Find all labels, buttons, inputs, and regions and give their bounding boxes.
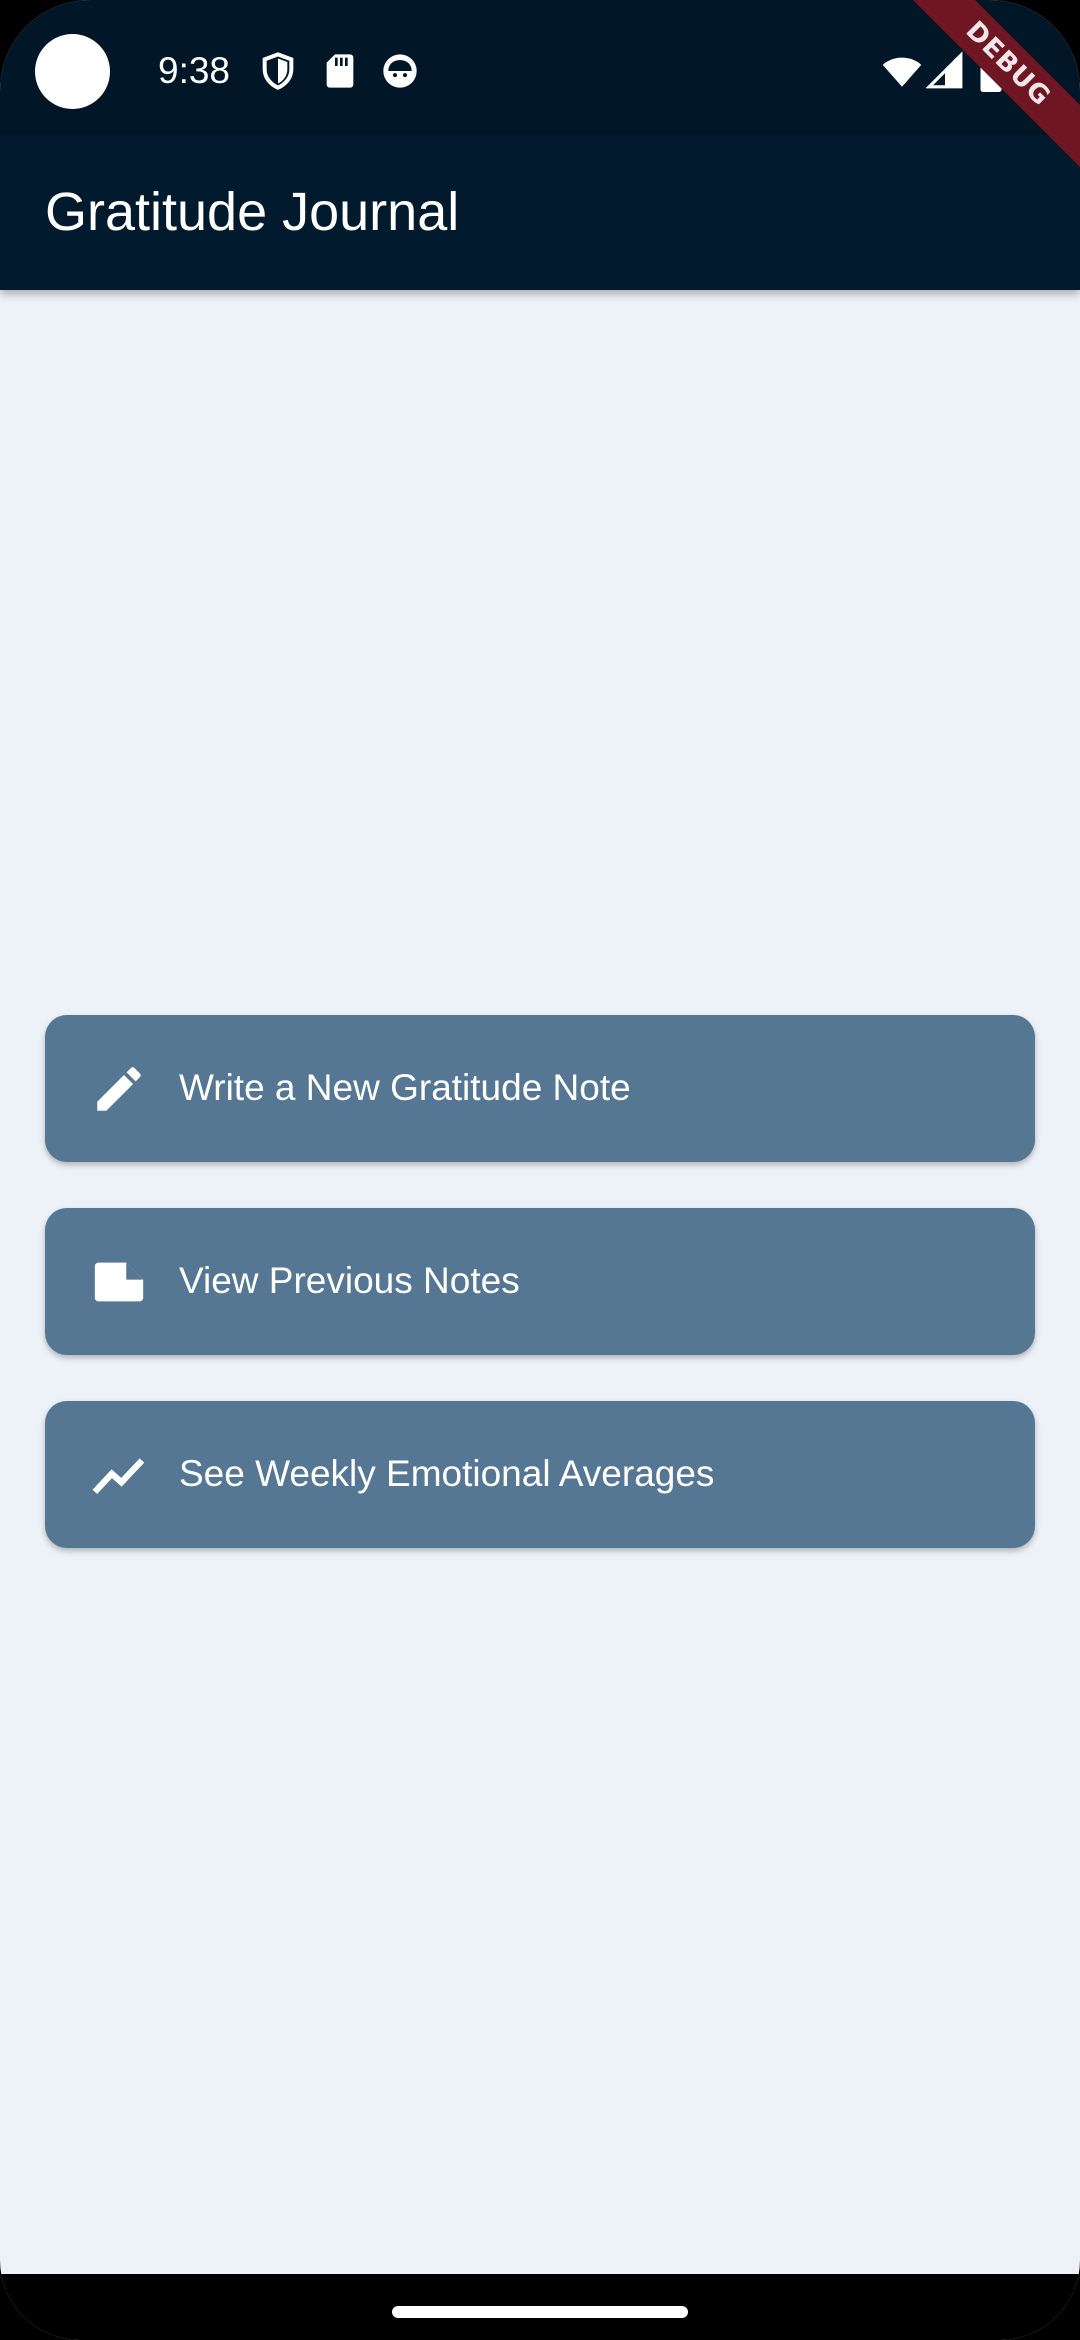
status-time: 9:38 — [158, 50, 231, 91]
view-notes-label: View Previous Notes — [179, 1260, 520, 1301]
weekly-averages-label: See Weekly Emotional Averages — [179, 1453, 715, 1494]
trending-up-icon — [92, 1458, 145, 1495]
app-screen: 9:38 DEBUG Gratitude Journal Write a New… — [0, 0, 1080, 2340]
page-title: Gratitude Journal — [45, 182, 460, 242]
debug-banner: DEBUG — [910, 0, 1080, 170]
weekly-averages-button[interactable]: See Weekly Emotional Averages — [45, 1401, 1035, 1548]
main-menu: Write a New Gratitude Note View Previous… — [45, 1015, 1035, 1594]
note-icon — [94, 1262, 144, 1302]
camera-cutout — [35, 34, 110, 109]
system-nav-bar — [0, 2274, 1080, 2340]
sd-card-icon — [326, 54, 354, 88]
write-note-label: Write a New Gratitude Note — [179, 1067, 631, 1108]
shield-icon — [262, 52, 294, 90]
notification-face-icon — [383, 54, 417, 88]
write-note-button[interactable]: Write a New Gratitude Note — [45, 1015, 1035, 1162]
pencil-icon — [97, 1067, 141, 1111]
view-notes-button[interactable]: View Previous Notes — [45, 1208, 1035, 1355]
home-indicator[interactable] — [392, 2306, 688, 2318]
debug-label: DEBUG — [910, 0, 1080, 170]
